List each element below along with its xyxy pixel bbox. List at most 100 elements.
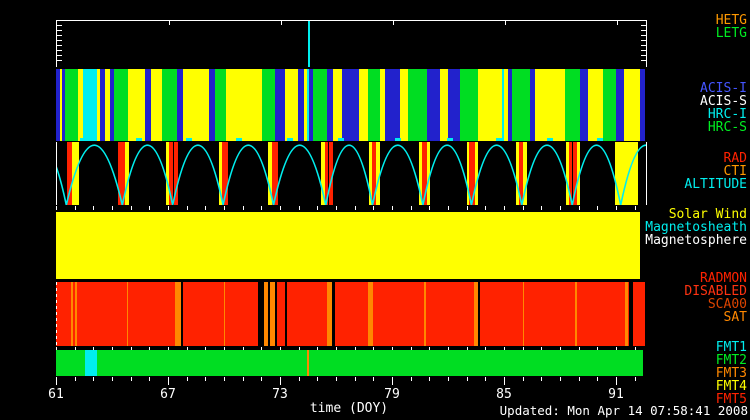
band-segment	[224, 282, 225, 346]
day-tick	[467, 206, 468, 210]
band-segment	[332, 282, 335, 346]
legend-label-hrc-s: HRC-S	[708, 120, 747, 135]
band-segment	[427, 69, 440, 141]
day-tick	[541, 206, 542, 210]
band-segment	[151, 69, 162, 141]
day-tick	[411, 206, 412, 210]
plot-area: 616773798591	[56, 0, 645, 420]
day-tick	[485, 206, 486, 210]
band-segment	[368, 282, 373, 346]
x-axis-minor-tick	[560, 377, 561, 381]
frame-y-tick	[57, 60, 62, 61]
band-segment	[262, 69, 275, 141]
day-tick	[168, 206, 169, 210]
frame-x-tick	[281, 21, 282, 25]
day-tick	[112, 206, 113, 210]
band-segment	[127, 282, 128, 346]
x-axis-minor-tick	[317, 377, 318, 381]
event-line	[308, 21, 310, 67]
band-segment	[440, 69, 448, 141]
band-segment	[65, 69, 78, 141]
day-tick	[205, 206, 206, 210]
snapshot-timeline-screen: 616773798591 HETGLETGACIS-IACIS-SHRC-IHR…	[0, 0, 750, 420]
updated-timestamp: Updated: Mon Apr 14 07:58:41 2008	[500, 403, 748, 418]
band-segment	[424, 282, 426, 346]
x-axis-tick-label: 91	[596, 387, 636, 402]
legend-label-letg: LETG	[716, 26, 747, 41]
band-telemetry-format	[56, 350, 643, 376]
band-segment	[275, 69, 285, 141]
x-axis-minor-tick	[429, 377, 430, 381]
x-axis-major-tick	[504, 377, 505, 385]
x-axis-minor-tick	[131, 377, 132, 381]
day-tick	[523, 206, 524, 210]
band-segment	[342, 69, 359, 141]
frame-y-tick	[57, 40, 62, 41]
perigee-dash	[547, 138, 553, 141]
frame-y-tick	[57, 55, 62, 56]
frame-y-tick	[57, 45, 62, 46]
x-axis-minor-tick	[261, 377, 262, 381]
x-axis-minor-tick	[485, 377, 486, 381]
band-segment	[183, 69, 209, 141]
event-line	[502, 69, 504, 141]
perigee-dash	[496, 138, 502, 141]
band-segment	[75, 282, 77, 346]
x-axis-minor-tick	[597, 377, 598, 381]
legend-label-altitude: ALTITUDE	[684, 177, 747, 192]
x-axis-minor-tick	[373, 377, 374, 381]
day-tick	[224, 206, 225, 210]
x-axis-tick-label: 79	[372, 387, 412, 402]
band-segment	[408, 69, 427, 141]
frame-y-tick	[641, 50, 646, 51]
x-axis-tick-label: 73	[260, 387, 300, 402]
x-axis-major-tick	[616, 377, 617, 385]
band-gratings	[56, 20, 647, 67]
altitude-curve	[57, 142, 646, 205]
frame-y-tick	[57, 50, 62, 51]
day-tick	[635, 206, 636, 210]
day-tick	[373, 206, 374, 210]
day-tick	[56, 206, 57, 210]
x-axis-minor-tick	[93, 377, 94, 381]
band-radiation-altitude	[56, 142, 647, 205]
frame-y-tick	[641, 35, 646, 36]
band-segment	[385, 69, 400, 141]
band-radmon	[56, 282, 645, 346]
perigee-dash	[80, 138, 86, 141]
x-axis-minor-tick	[448, 377, 449, 381]
day-tick	[187, 206, 188, 210]
frame-y-tick	[641, 30, 646, 31]
day-tick	[317, 206, 318, 210]
band-segment	[359, 69, 368, 141]
day-tick	[261, 206, 262, 210]
day-tick	[355, 206, 356, 210]
band-segment	[575, 282, 577, 346]
band-segment	[624, 69, 640, 141]
perigee-dash	[287, 138, 293, 141]
x-axis-minor-tick	[112, 377, 113, 381]
band-segment	[535, 69, 565, 141]
perigee-dash	[395, 138, 401, 141]
x-axis-minor-tick	[579, 377, 580, 381]
band-segment	[565, 69, 580, 141]
x-axis-minor-tick	[411, 377, 412, 381]
band-segment	[181, 282, 183, 346]
x-axis-tick-label: 85	[484, 387, 524, 402]
frame-y-tick	[641, 45, 646, 46]
day-tick	[131, 206, 132, 210]
band-segment	[226, 69, 262, 141]
band-segment	[285, 282, 287, 346]
perigee-dash	[597, 138, 603, 141]
frame-x-tick	[393, 21, 394, 25]
band-instruments	[56, 69, 645, 141]
x-axis-major-tick	[56, 377, 57, 385]
band-solar-wind-region	[56, 212, 640, 279]
x-axis-minor-tick	[299, 377, 300, 381]
band-segment	[128, 69, 145, 141]
day-tick	[336, 206, 337, 210]
x-axis-minor-tick	[187, 377, 188, 381]
band-segment	[71, 282, 73, 346]
frame-x-tick	[617, 21, 618, 25]
band-segment	[215, 69, 226, 141]
